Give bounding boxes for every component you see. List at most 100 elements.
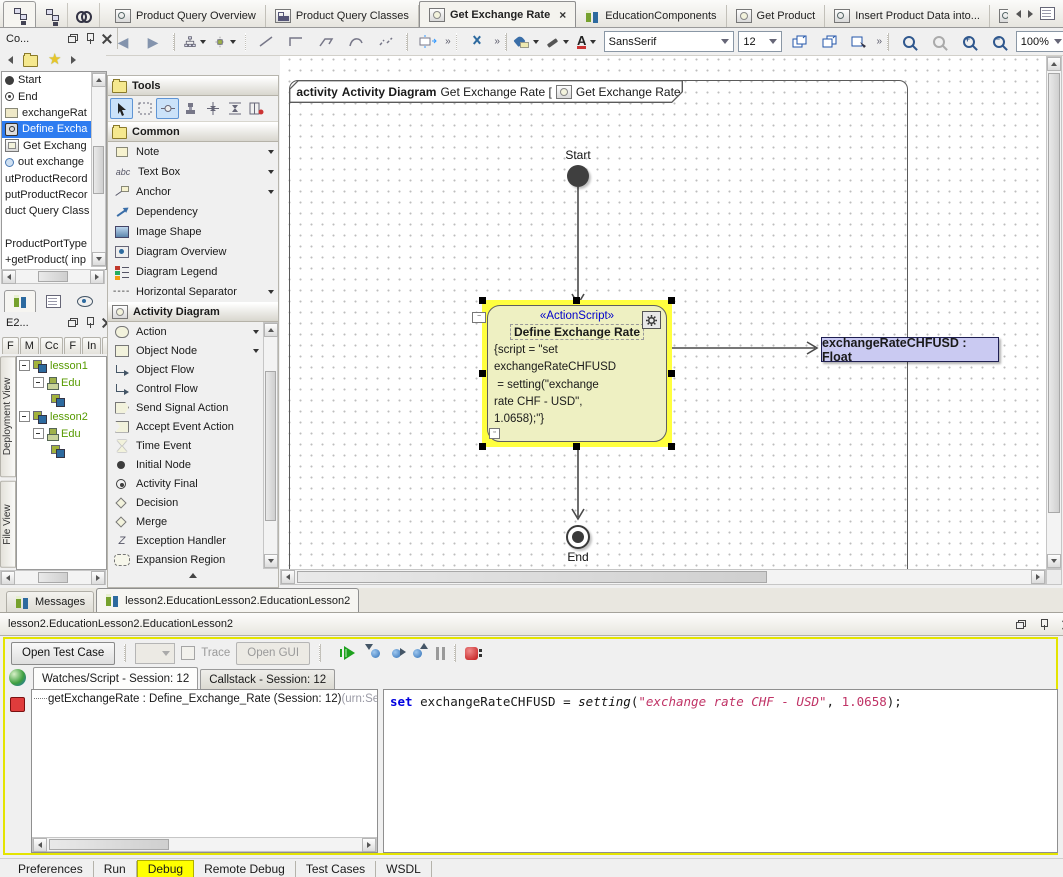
resize-handle[interactable] [479,443,486,450]
scroll-left-icon[interactable] [281,570,295,584]
action-node-name[interactable]: Define Exchange Rate [510,324,644,340]
palette-collapse-button[interactable] [108,569,278,582]
align-distribute-button[interactable] [224,99,245,118]
palette-item-control-flow[interactable]: Control Flow [108,379,263,398]
zoom-out-button[interactable]: − [986,31,1012,52]
palette-item-activity-final[interactable]: Activity Final [108,474,263,493]
tab-list-view[interactable] [38,291,68,312]
tab-deployment-view[interactable]: Deployment View [0,356,16,477]
tab-list-icon[interactable] [1040,7,1055,20]
dropdown-arrow-icon[interactable] [268,190,274,194]
tab-get-exchange-rate[interactable]: Get Exchange Rate× [419,1,576,27]
bring-to-front-button[interactable] [786,31,812,52]
font-size-select[interactable]: 12 [738,31,782,52]
scroll-down-icon[interactable] [1047,554,1061,568]
activity-diagram-header[interactable]: Activity Diagram [108,302,278,322]
cut-button[interactable] [464,31,490,52]
remove-breakpoints-icon[interactable] [465,647,478,660]
history-back-icon[interactable] [8,56,13,64]
palette-item-diagram-overview[interactable]: Diagram Overview [108,242,278,262]
history-forward-icon[interactable] [71,56,76,64]
resize-handle[interactable] [668,297,675,304]
align-button[interactable] [212,31,238,52]
zoom-in-button[interactable]: + [956,31,982,52]
tree-expand-icon[interactable] [33,377,44,388]
scroll-thumb[interactable] [38,572,68,583]
scroll-thumb[interactable] [38,271,68,282]
scroll-up-icon[interactable] [92,73,106,87]
tab-callstack[interactable]: Callstack - Session: 12 [200,669,335,689]
marquee-tool-button[interactable] [134,99,155,118]
watches-hscrollbar[interactable] [32,837,377,852]
palette-item-initial-node[interactable]: Initial Node [108,455,263,474]
favorites-star-icon[interactable]: ★ [48,54,61,66]
palette-item-action[interactable]: Action [108,322,263,341]
open-gui-button[interactable]: Open GUI [236,642,310,665]
diagram-canvas[interactable]: activity Activity Diagram Get Exchange R… [280,56,1046,569]
send-to-back-button[interactable] [816,31,842,52]
palette-item-image-shape[interactable]: Image Shape [108,222,278,242]
tree-expand-icon[interactable] [33,428,44,439]
toolbar-overflow-icon[interactable]: » [445,36,449,47]
dropdown-arrow-icon[interactable] [268,170,274,174]
pause-icon[interactable] [436,647,445,660]
script-pane[interactable]: set exchangeRateCHFUSD = setting("exchan… [383,689,1058,853]
tab-debug[interactable]: Debug [137,860,194,877]
scroll-tabs-left-icon[interactable] [1016,10,1021,18]
tools-header[interactable]: Tools [108,76,278,96]
zoom-out-region-button[interactable] [926,31,952,52]
search-button[interactable] [68,3,100,27]
resize-shape-button[interactable] [415,31,441,52]
tree-expand-icon[interactable] [19,411,30,422]
step-into-icon[interactable] [371,649,380,658]
step-over-icon[interactable] [392,649,401,658]
close-tab-icon[interactable]: × [559,8,566,22]
zoom-region-button[interactable] [896,31,922,52]
palette-item-expansion-region[interactable]: Expansion Region [108,550,263,569]
collapse-minibox-icon[interactable]: − [472,312,486,323]
diagrams-tree-button[interactable] [36,3,68,27]
font-color-button[interactable]: A [574,31,600,52]
fill-color-button[interactable] [514,31,540,52]
palette-item-dependency[interactable]: Dependency [108,202,278,222]
palette-item-merge[interactable]: Merge [108,512,263,531]
pin-panel-icon[interactable] [1040,619,1048,630]
tree-item[interactable] [17,442,106,459]
float-panel-icon[interactable] [1016,620,1026,629]
tab-letter[interactable]: M [20,337,39,354]
tab-overview[interactable] [70,291,100,312]
tab-remote-debug[interactable]: Remote Debug [194,861,296,877]
resize-handle[interactable] [479,297,486,304]
breakpoint-icon[interactable] [10,697,25,712]
oblique-path-button[interactable] [253,31,279,52]
watches-pane[interactable]: getExchangeRate : Define_Exchange_Rate (… [31,689,378,853]
resize-handle[interactable] [573,443,580,450]
bend-path-button[interactable] [313,31,339,52]
end-node[interactable] [566,525,590,549]
curve-path-button[interactable] [343,31,369,52]
tab-e2e-view[interactable] [4,290,36,312]
attachment-minibox-icon[interactable]: ▫ [489,428,500,439]
resize-handle[interactable] [668,443,675,450]
scroll-thumb[interactable] [93,146,104,194]
scroll-up-icon[interactable] [264,323,278,337]
tab-get-product[interactable]: Get Product [727,5,826,27]
forward-button[interactable]: ▶ [140,31,166,52]
start-node[interactable] [567,165,589,187]
scroll-thumb[interactable] [49,839,169,850]
palette-vscrollbar[interactable] [263,322,278,569]
scroll-down-icon[interactable] [92,252,106,266]
palette-item-decision[interactable]: Decision [108,493,263,512]
scroll-right-icon[interactable] [91,571,105,585]
tab-watches-script[interactable]: Watches/Script - Session: 12 [33,667,198,689]
tab-letter[interactable]: F [2,337,19,354]
tree-item[interactable]: Edu [17,425,106,442]
resize-handle[interactable] [573,297,580,304]
palette-item-object-flow[interactable]: Object Flow [108,360,263,379]
tab-educationcomponents[interactable]: EducationComponents [576,5,726,27]
tab-test-cases[interactable]: Test Cases [296,861,376,877]
palette-item-object-node[interactable]: Object Node [108,341,263,360]
stamp-tool-button[interactable] [180,99,201,118]
tab-run[interactable]: Run [94,861,137,877]
tree-item[interactable]: Edu [17,374,106,391]
